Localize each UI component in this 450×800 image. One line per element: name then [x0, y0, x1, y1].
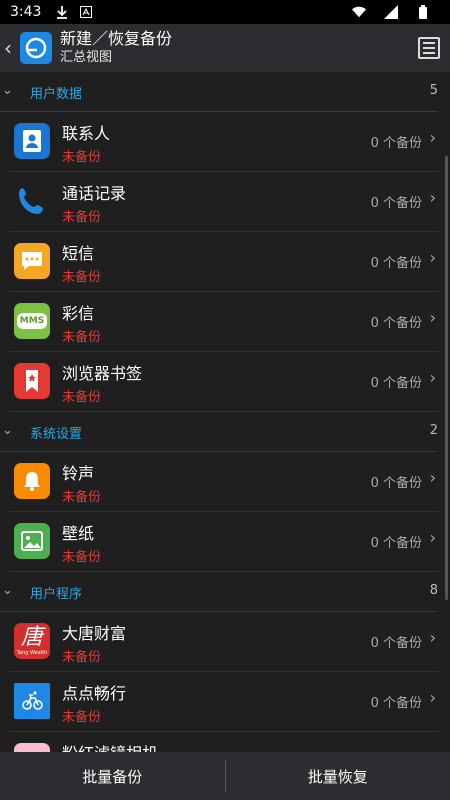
section-title: 用户数据 [30, 87, 83, 102]
mms-icon: MMS [14, 303, 50, 339]
item-status: 未备份 [62, 550, 102, 565]
item-backup-count: 0 个备份 [370, 136, 422, 151]
chevron-right-icon: › [429, 368, 436, 387]
item-backup-count: 0 个备份 [370, 696, 422, 711]
item-backup-count: 0 个备份 [370, 376, 422, 391]
app-datang-icon: 唐 Tang Wealth [14, 623, 50, 659]
item-name: 短信 [62, 244, 95, 263]
menu-icon[interactable] [418, 37, 440, 59]
item-status: 未备份 [62, 330, 102, 345]
item-name: 大唐财富 [62, 624, 127, 643]
chevron-right-icon: › [429, 188, 436, 207]
section-user-apps[interactable]: ⌄ 用户程序 8 [0, 572, 438, 612]
item-name: 彩信 [62, 304, 95, 323]
item-status: 未备份 [62, 270, 102, 285]
item-name: 联系人 [62, 124, 111, 143]
page-title: 新建／恢复备份 [60, 29, 173, 48]
item-name: 浏览器书签 [62, 364, 143, 383]
list-item-pink-camera[interactable]: 粉红滤镜相机 [10, 732, 438, 752]
section-system-settings[interactable]: ⌄ 系统设置 2 [0, 412, 438, 452]
item-backup-count: 0 个备份 [370, 536, 422, 551]
section-user-data[interactable]: ⌄ 用户数据 5 [0, 72, 438, 112]
batch-backup-button[interactable]: 批量备份 [0, 752, 225, 800]
item-status: 未备份 [62, 490, 102, 505]
item-backup-count: 0 个备份 [370, 196, 422, 211]
chevron-right-icon: › [429, 248, 436, 267]
section-count: 8 [429, 583, 438, 598]
chevron-right-icon: › [429, 628, 436, 647]
bottom-action-bar: 批量备份 批量恢复 [0, 752, 450, 800]
chevron-right-icon: › [429, 308, 436, 327]
bookmark-icon [14, 363, 50, 399]
backup-list[interactable]: ⌄ 用户数据 5 联系人 未备份 0 个备份 › 通话记录 未备份 0 个备份 … [0, 72, 450, 752]
chevron-right-icon: › [429, 688, 436, 707]
list-item-wallpaper[interactable]: 壁纸 未备份 0 个备份 › [10, 512, 438, 572]
app-header: ‹ 新建／恢复备份 汇总视图 [0, 24, 450, 72]
phone-icon [14, 183, 50, 219]
item-name: 壁纸 [62, 524, 95, 543]
item-status: 未备份 [62, 390, 102, 405]
status-bar: 3:43 [0, 0, 450, 24]
notification-a-icon [79, 5, 93, 19]
item-status: 未备份 [62, 210, 102, 225]
page-subtitle: 汇总视图 [60, 50, 113, 65]
item-backup-count: 0 个备份 [370, 476, 422, 491]
list-item-datang[interactable]: 唐 Tang Wealth 大唐财富 未备份 0 个备份 › [10, 612, 438, 672]
app-diandian-icon [14, 683, 50, 719]
item-backup-count: 0 个备份 [370, 256, 422, 271]
item-status: 未备份 [62, 710, 102, 725]
scrollbar[interactable] [445, 156, 448, 600]
app-pink-camera-icon [14, 743, 50, 752]
item-backup-count: 0 个备份 [370, 636, 422, 651]
list-item-contacts[interactable]: 联系人 未备份 0 个备份 › [10, 112, 438, 172]
section-count: 2 [429, 423, 438, 438]
list-item-mms[interactable]: MMS 彩信 未备份 0 个备份 › [10, 292, 438, 352]
signal-icon [384, 5, 398, 19]
chevron-right-icon: › [429, 468, 436, 487]
section-title: 系统设置 [30, 427, 83, 442]
chevron-right-icon: › [429, 128, 436, 147]
wifi-icon [352, 5, 366, 19]
batch-restore-button[interactable]: 批量恢复 [226, 752, 450, 800]
sms-icon [14, 243, 50, 279]
list-item-diandian[interactable]: 点点畅行 未备份 0 个备份 › [10, 672, 438, 732]
download-icon [55, 5, 69, 19]
list-item-sms[interactable]: 短信 未备份 0 个备份 › [10, 232, 438, 292]
mms-label: MMS [16, 313, 48, 329]
battery-icon [416, 5, 430, 19]
chevron-down-icon: ⌄ [2, 423, 13, 438]
chevron-down-icon: ⌄ [2, 83, 13, 98]
item-name: 点点畅行 [62, 684, 127, 703]
back-icon[interactable]: ‹ [4, 36, 18, 60]
contacts-icon [14, 123, 50, 159]
datang-logo-glyph: 唐 [20, 625, 43, 650]
item-name: 通话记录 [62, 184, 127, 203]
list-item-bookmarks[interactable]: 浏览器书签 未备份 0 个备份 › [10, 352, 438, 412]
chevron-down-icon: ⌄ [2, 583, 13, 598]
bell-icon [14, 463, 50, 499]
section-title: 用户程序 [30, 587, 83, 602]
section-count: 5 [429, 83, 438, 98]
item-name: 粉红滤镜相机 [62, 740, 158, 752]
item-name: 铃声 [62, 464, 95, 483]
status-time: 3:43 [10, 4, 42, 20]
item-backup-count: 0 个备份 [370, 316, 422, 331]
datang-logo-text: Tang Wealth [16, 650, 48, 656]
list-item-call-log[interactable]: 通话记录 未备份 0 个备份 › [10, 172, 438, 232]
list-item-ringtones[interactable]: 铃声 未备份 0 个备份 › [10, 452, 438, 512]
item-status: 未备份 [62, 150, 102, 165]
wallpaper-icon [14, 523, 50, 559]
app-logo[interactable] [20, 32, 52, 64]
item-status: 未备份 [62, 650, 102, 665]
chevron-right-icon: › [429, 528, 436, 547]
